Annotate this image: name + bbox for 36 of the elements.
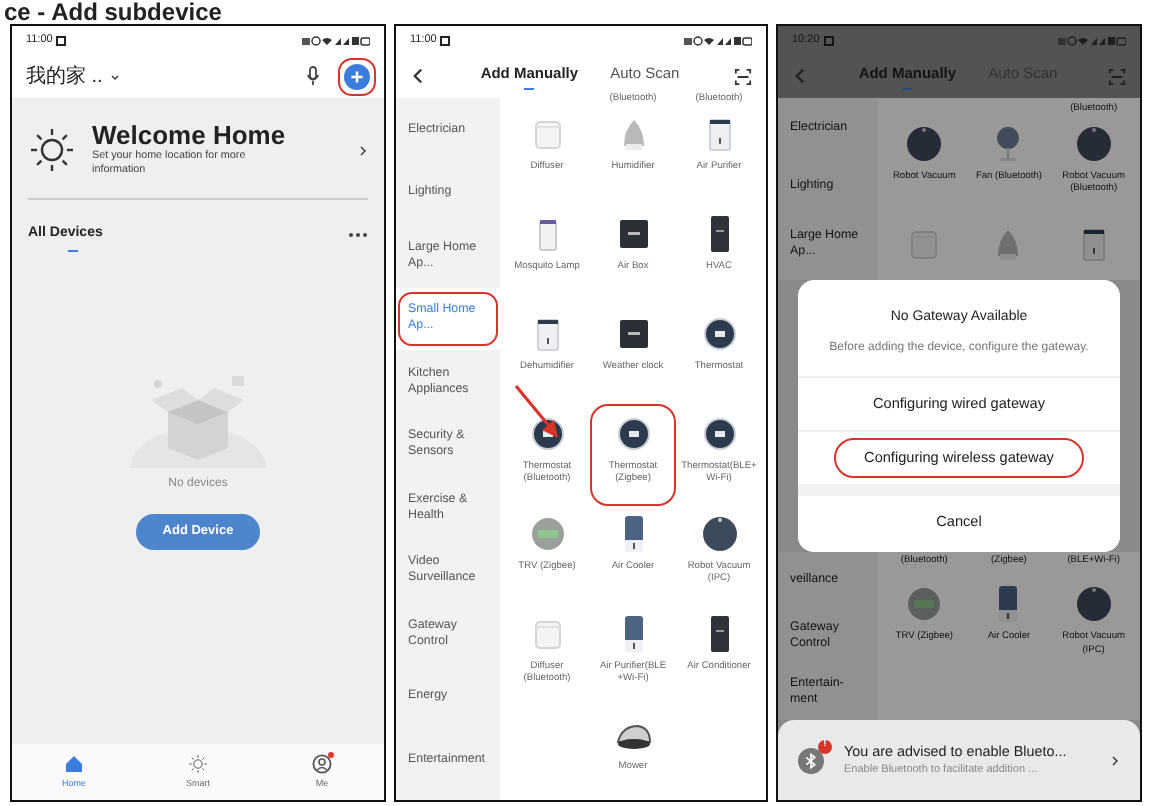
notification-icon — [823, 35, 834, 45]
round-meter-icon — [904, 584, 945, 625]
empty-box-drawing — [128, 376, 268, 469]
scan-icon — [1108, 67, 1126, 85]
chevron-right-icon — [1110, 755, 1120, 766]
status-icons-drawing — [684, 35, 752, 45]
scan-icon — [734, 67, 752, 85]
sun-icon — [188, 753, 208, 774]
back-icon — [410, 66, 426, 86]
add-button[interactable] — [344, 63, 370, 89]
plus-icon — [350, 69, 364, 83]
more-icon — [348, 231, 368, 238]
robot-vacuum-icon — [1073, 584, 1114, 625]
caption: ce - Add subdevice — [4, 0, 222, 26]
sun-icon — [28, 126, 76, 175]
status-icons-drawing — [1058, 35, 1126, 45]
welcome-title: Welcome Home — [92, 122, 286, 150]
back-icon — [792, 66, 808, 86]
dial-icon — [613, 414, 653, 454]
home-name[interactable]: 我的家 .. — [26, 61, 103, 91]
dial-icon — [699, 414, 739, 454]
chevron-down-icon — [110, 71, 121, 81]
dial-icon — [699, 314, 739, 354]
robot-vacuum-icon — [699, 514, 739, 554]
annotation-arrow — [512, 382, 564, 442]
home-icon — [64, 753, 84, 774]
profile-icon — [312, 753, 332, 774]
chevron-right-icon — [358, 145, 368, 156]
robot-vacuum-icon — [904, 124, 945, 164]
notification-icon — [56, 35, 67, 45]
status-icons-drawing — [302, 35, 370, 45]
round-meter-icon — [527, 514, 567, 554]
robot-vacuum-icon — [1073, 124, 1114, 164]
notification-icon — [440, 35, 451, 45]
microphone-icon — [306, 66, 320, 86]
bluetooth-icon — [798, 747, 824, 774]
